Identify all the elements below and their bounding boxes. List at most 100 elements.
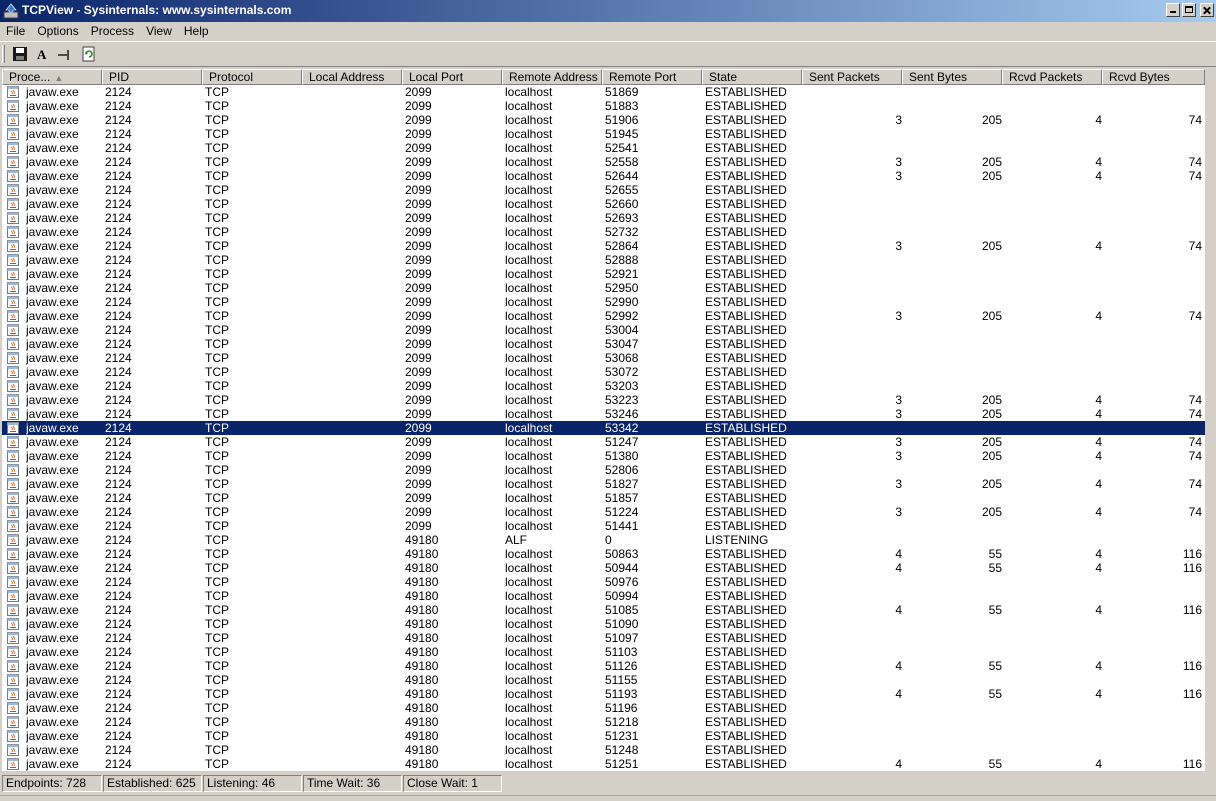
save-button[interactable] [10,45,30,63]
cell-rcvd-packets: 4 [1095,547,1102,561]
table-row[interactable]: javaw.exe 2124 TCP 49180 localhost 51251 ESTAB… [2,757,1205,771]
cell-rcvd-bytes [1105,99,1202,113]
table-row[interactable]: javaw.exe 2124 TCP 2099 localhost 51883 ESTABL… [2,99,1205,113]
table-row[interactable]: javaw.exe 2124 TCP 2099 localhost 52806 ESTABL… [2,463,1205,477]
table-row[interactable]: javaw.exe 2124 TCP 49180 ALF 0 LISTENING [2,533,1205,547]
column-header-process[interactable]: Proce... ▲ [2,69,102,85]
table-row[interactable]: javaw.exe 2124 TCP 2099 localhost 52921 ESTABL… [2,267,1205,281]
table-row[interactable]: javaw.exe 2124 TCP 2099 localhost 52990 ESTABL… [2,295,1205,309]
cell-pid: 2124 [105,575,132,589]
table-row[interactable]: javaw.exe 2124 TCP 2099 localhost 52644 ESTABL… [2,169,1205,183]
toolbar-grip[interactable] [2,45,5,63]
table-row[interactable]: javaw.exe 2124 TCP 49180 localhost 51218 ESTAB… [2,715,1205,729]
column-header-pid[interactable]: PID [102,69,202,85]
table-row[interactable]: javaw.exe 2124 TCP 2099 localhost 51945 ESTABL… [2,127,1205,141]
resolve-addresses-button[interactable]: A [32,45,52,63]
table-row[interactable]: javaw.exe 2124 TCP 2099 localhost 53004 ESTABL… [2,323,1205,337]
cell-sent-bytes: 55 [988,659,1002,673]
table-row[interactable]: javaw.exe 2124 TCP 2099 localhost 53342 ESTABL… [2,421,1205,435]
table-row[interactable]: javaw.exe 2124 TCP 49180 localhost 51196 ESTAB… [2,701,1205,715]
table-row[interactable]: javaw.exe 2124 TCP 2099 localhost 52732 ESTABL… [2,225,1205,239]
table-row[interactable]: javaw.exe 2124 TCP 49180 localhost 50944 ESTAB… [2,561,1205,575]
menu-file[interactable]: File [0,22,31,40]
table-row[interactable]: javaw.exe 2124 TCP 2099 localhost 52660 ESTABL… [2,197,1205,211]
column-header-state[interactable]: State [702,69,802,85]
show-unconnected-button[interactable] [55,45,75,63]
table-row[interactable]: javaw.exe 2124 TCP 2099 localhost 51380 ESTABL… [2,449,1205,463]
table-row[interactable]: javaw.exe 2124 TCP 49180 localhost 51248 ESTAB… [2,743,1205,757]
cell-local-port: 2099 [405,169,432,183]
table-row[interactable]: javaw.exe 2124 TCP 49180 localhost 51193 ESTAB… [2,687,1205,701]
table-row[interactable]: javaw.exe 2124 TCP 2099 localhost 52541 ESTABL… [2,141,1205,155]
table-row[interactable]: javaw.exe 2124 TCP 2099 localhost 52655 ESTABL… [2,183,1205,197]
table-row[interactable]: javaw.exe 2124 TCP 2099 localhost 52864 ESTABL… [2,239,1205,253]
table-row[interactable]: javaw.exe 2124 TCP 2099 localhost 53047 ESTABL… [2,337,1205,351]
cell-pid: 2124 [105,659,132,673]
table-row[interactable]: javaw.exe 2124 TCP 49180 localhost 50994 ESTAB… [2,589,1205,603]
cell-protocol: TCP [205,561,229,575]
vertical-scrollbar-area[interactable] [1205,69,1216,771]
letter-a-icon: A [37,47,47,62]
table-row[interactable]: javaw.exe 2124 TCP 49180 localhost 51103 ESTAB… [2,645,1205,659]
table-row[interactable]: javaw.exe 2124 TCP 49180 localhost 50976 ESTAB… [2,575,1205,589]
cell-sent-packets: 3 [895,113,902,127]
cell-remote-address: localhost [505,155,553,169]
table-row[interactable]: javaw.exe 2124 TCP 2099 localhost 51441 ESTABL… [2,519,1205,533]
table-row[interactable]: javaw.exe 2124 TCP 49180 localhost 50863 ESTAB… [2,547,1205,561]
cell-remote-address: localhost [505,253,553,267]
menu-help[interactable]: Help [178,22,215,40]
table-row[interactable]: javaw.exe 2124 TCP 49180 localhost 51231 ESTAB… [2,729,1205,743]
column-header-remote-port[interactable]: Remote Port [602,69,702,85]
cell-state: ESTABLISHED [705,687,787,701]
cell-sent-packets: 3 [895,169,902,183]
column-header-protocol[interactable]: Protocol [202,69,302,85]
menu-options[interactable]: Options [31,22,84,40]
table-row[interactable]: javaw.exe 2124 TCP 2099 localhost 52888 ESTABL… [2,253,1205,267]
maximize-button[interactable] [1182,3,1196,17]
table-row[interactable]: javaw.exe 2124 TCP 2099 localhost 52992 ESTABL… [2,309,1205,323]
table-row[interactable]: javaw.exe 2124 TCP 49180 localhost 51097 ESTAB… [2,631,1205,645]
refresh-button[interactable] [79,45,99,63]
menu-process[interactable]: Process [85,22,140,40]
minimize-button[interactable] [1166,3,1180,17]
cell-local-address [305,379,400,393]
cell-local-address [305,323,400,337]
table-row[interactable]: javaw.exe 2124 TCP 49180 localhost 51085 ESTAB… [2,603,1205,617]
close-button[interactable] [1200,3,1214,17]
table-row[interactable]: javaw.exe 2124 TCP 2099 localhost 52693 ESTABL… [2,211,1205,225]
cell-local-address [305,477,400,491]
table-row[interactable]: javaw.exe 2124 TCP 2099 localhost 52950 ESTABL… [2,281,1205,295]
cell-local-address [305,421,400,435]
column-header-rcvd-packets[interactable]: Rcvd Packets [1002,69,1102,85]
cell-remote-address: localhost [505,561,553,575]
column-header-local-address[interactable]: Local Address [302,69,402,85]
menu-view[interactable]: View [140,22,178,40]
table-row[interactable]: javaw.exe 2124 TCP 2099 localhost 51827 ESTABL… [2,477,1205,491]
table-row[interactable]: javaw.exe 2124 TCP 2099 localhost 53223 ESTABL… [2,393,1205,407]
column-header-rcvd-bytes[interactable]: Rcvd Bytes [1102,69,1205,85]
table-row[interactable]: javaw.exe 2124 TCP 2099 localhost 51247 ESTABL… [2,435,1205,449]
table-row[interactable]: javaw.exe 2124 TCP 2099 localhost 51224 ESTABL… [2,505,1205,519]
cell-process: javaw.exe [26,85,79,99]
cell-rcvd-packets: 4 [1095,393,1102,407]
table-row[interactable]: javaw.exe 2124 TCP 2099 localhost 51906 ESTABL… [2,113,1205,127]
table-row[interactable]: javaw.exe 2124 TCP 2099 localhost 51857 ESTABL… [2,491,1205,505]
column-header-sent-bytes[interactable]: Sent Bytes [902,69,1002,85]
table-row[interactable]: javaw.exe 2124 TCP 49180 localhost 51155 ESTAB… [2,673,1205,687]
column-header-remote-address[interactable]: Remote Address [502,69,602,85]
table-row[interactable]: javaw.exe 2124 TCP 2099 localhost 51869 ESTABL… [2,85,1205,99]
table-row[interactable]: javaw.exe 2124 TCP 2099 localhost 53203 ESTABL… [2,379,1205,393]
column-header-local-port[interactable]: Local Port [402,69,502,85]
table-row[interactable]: javaw.exe 2124 TCP 2099 localhost 53072 ESTABL… [2,365,1205,379]
cell-local-port: 49180 [405,547,439,561]
table-row[interactable]: javaw.exe 2124 TCP 2099 localhost 53246 ESTABL… [2,407,1205,421]
cell-rcvd-packets [1005,701,1102,715]
column-header-sent-packets[interactable]: Sent Packets [802,69,902,85]
cell-remote-address: localhost [505,281,553,295]
table-row[interactable]: javaw.exe 2124 TCP 2099 localhost 53068 ESTABL… [2,351,1205,365]
table-row[interactable]: javaw.exe 2124 TCP 2099 localhost 52558 ESTABL… [2,155,1205,169]
table-row[interactable]: javaw.exe 2124 TCP 49180 localhost 51090 ESTAB… [2,617,1205,631]
table-row[interactable]: javaw.exe 2124 TCP 49180 localhost 51126 ESTAB… [2,659,1205,673]
cell-remote-port: 51883 [605,99,639,113]
cell-state: ESTABLISHED [705,99,787,113]
